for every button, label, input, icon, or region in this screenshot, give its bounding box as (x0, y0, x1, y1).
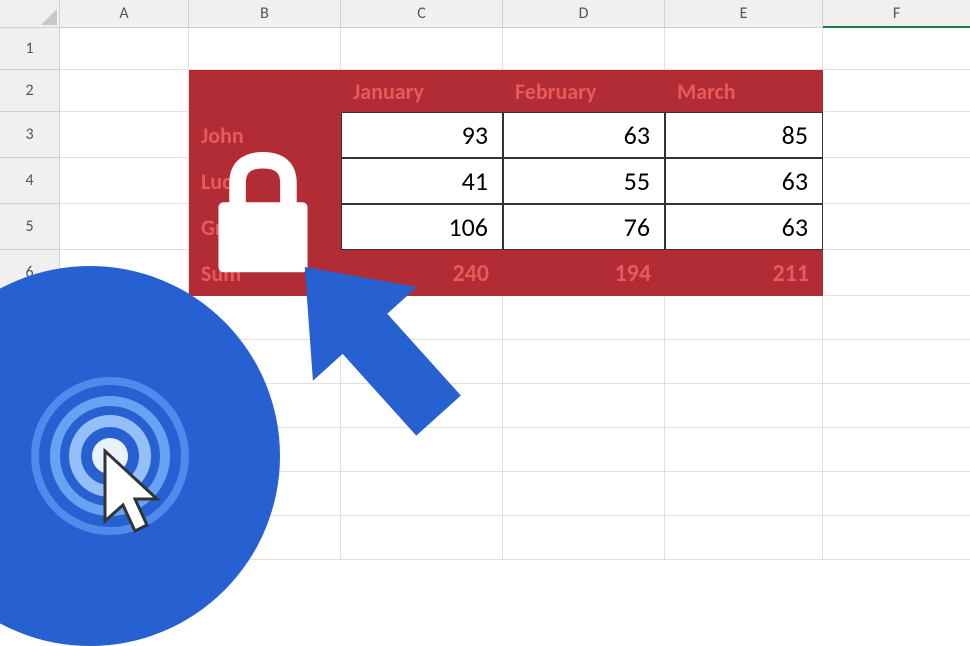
cell-blank[interactable] (341, 516, 503, 560)
cell-blank[interactable] (823, 384, 970, 428)
cell-d5[interactable]: 76 (503, 204, 665, 250)
cell-e2[interactable]: March (665, 70, 823, 112)
cell-d6[interactable]: 194 (503, 250, 665, 296)
cell-blank[interactable] (665, 384, 823, 428)
cell-d1[interactable] (503, 28, 665, 70)
cell-blank[interactable] (823, 516, 970, 560)
cell-a5[interactable] (60, 204, 189, 250)
cell-blank[interactable] (823, 296, 970, 340)
column-header-a[interactable]: A (60, 0, 189, 28)
cell-d2[interactable]: February (503, 70, 665, 112)
column-header-f[interactable]: F (823, 0, 970, 28)
cell-e6[interactable]: 211 (665, 250, 823, 296)
cell-blank[interactable] (503, 296, 665, 340)
cell-blank[interactable] (823, 340, 970, 384)
cell-blank[interactable] (503, 516, 665, 560)
cell-blank[interactable] (341, 296, 503, 340)
cell-f1[interactable] (823, 28, 970, 70)
cell-blank[interactable] (503, 384, 665, 428)
cell-b5[interactable]: Grace (189, 204, 341, 250)
cell-blank[interactable] (665, 340, 823, 384)
column-headers: A B C D E F (60, 0, 970, 28)
click-cursor-icon (20, 366, 220, 566)
cell-blank[interactable] (665, 472, 823, 516)
cell-a2[interactable] (60, 70, 189, 112)
cell-b2[interactable] (189, 70, 341, 112)
cell-c6[interactable]: 240 (341, 250, 503, 296)
cell-c2[interactable]: January (341, 70, 503, 112)
cell-e5[interactable]: 63 (665, 204, 823, 250)
cell-blank[interactable] (665, 516, 823, 560)
cell-f6[interactable] (823, 250, 970, 296)
cell-blank[interactable] (341, 384, 503, 428)
cell-blank[interactable] (823, 472, 970, 516)
cell-blank[interactable] (503, 340, 665, 384)
cell-b1[interactable] (189, 28, 341, 70)
cell-blank[interactable] (665, 428, 823, 472)
cell-c4[interactable]: 41 (341, 158, 503, 204)
row-header-3[interactable]: 3 (0, 112, 60, 158)
select-all-triangle-icon (41, 9, 57, 25)
select-all-corner[interactable] (0, 0, 60, 28)
cell-c5[interactable]: 106 (341, 204, 503, 250)
cell-d3[interactable]: 63 (503, 112, 665, 158)
cell-b4[interactable]: Lucy (189, 158, 341, 204)
cell-f5[interactable] (823, 204, 970, 250)
cell-a3[interactable] (60, 112, 189, 158)
row-header-4[interactable]: 4 (0, 158, 60, 204)
cell-f2[interactable] (823, 70, 970, 112)
cell-blank[interactable] (665, 296, 823, 340)
column-header-c[interactable]: C (341, 0, 503, 28)
spreadsheet-grid: A B C D E F 1 2 3 4 5 6 J (0, 0, 970, 546)
row-header-5[interactable]: 5 (0, 204, 60, 250)
column-header-d[interactable]: D (503, 0, 665, 28)
cell-e4[interactable]: 63 (665, 158, 823, 204)
column-header-b[interactable]: B (189, 0, 341, 28)
cell-e3[interactable]: 85 (665, 112, 823, 158)
row-header-1[interactable]: 1 (0, 28, 60, 70)
cell-a1[interactable] (60, 28, 189, 70)
cell-blank[interactable] (503, 472, 665, 516)
cell-f3[interactable] (823, 112, 970, 158)
cell-blank[interactable] (341, 340, 503, 384)
cell-c1[interactable] (341, 28, 503, 70)
cell-blank[interactable] (341, 472, 503, 516)
cell-b3[interactable]: John (189, 112, 341, 158)
cell-blank[interactable] (823, 428, 970, 472)
row-header-2[interactable]: 2 (0, 70, 60, 112)
cell-d4[interactable]: 55 (503, 158, 665, 204)
cell-c3[interactable]: 93 (341, 112, 503, 158)
cell-e1[interactable] (665, 28, 823, 70)
cell-blank[interactable] (503, 428, 665, 472)
column-header-e[interactable]: E (665, 0, 823, 28)
cell-b6[interactable]: Sum (189, 250, 341, 296)
cell-a4[interactable] (60, 158, 189, 204)
cell-blank[interactable] (341, 428, 503, 472)
cell-f4[interactable] (823, 158, 970, 204)
